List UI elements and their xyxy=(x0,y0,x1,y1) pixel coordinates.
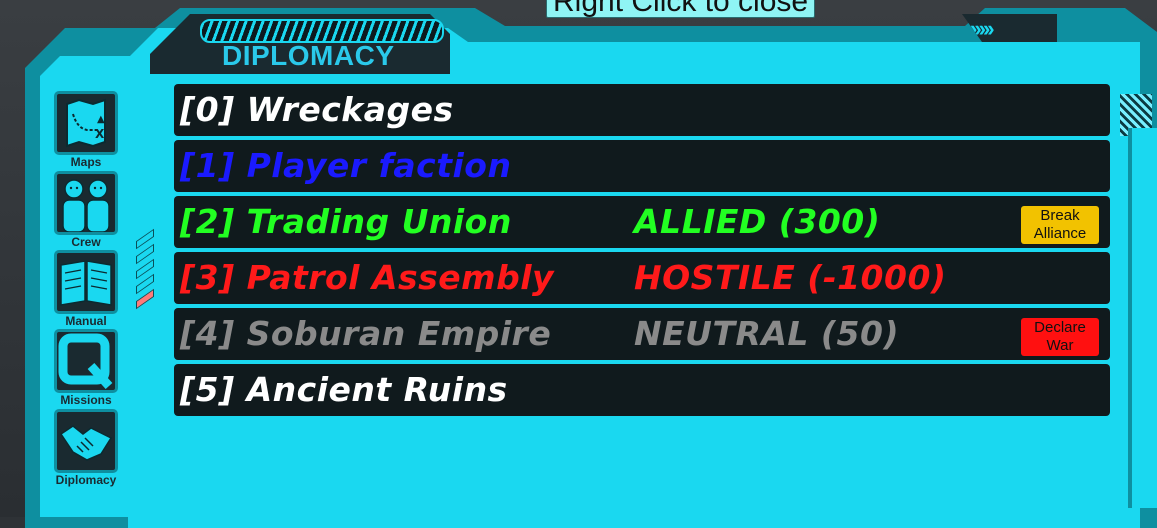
sidebar-item-label: Diplomacy xyxy=(55,473,117,487)
sidebar-item-label: Maps xyxy=(70,155,102,169)
svg-text:X: X xyxy=(95,127,105,141)
faction-name: [2] Trading Union xyxy=(180,202,512,241)
faction-name: [0] Wreckages xyxy=(180,90,454,129)
faction-name: [3] Patrol Assembly xyxy=(180,258,555,297)
sidebar-item-label: Manual xyxy=(65,314,107,328)
map-icon: X ▲ xyxy=(54,91,118,155)
right-frame-strip xyxy=(1128,128,1157,508)
sidebar-item-label: Missions xyxy=(60,393,112,407)
faction-row-trading-union[interactable]: [2] Trading Union ALLIED (300) Break All… xyxy=(174,196,1110,248)
faction-row-wreckages[interactable]: [0] Wreckages xyxy=(174,84,1110,136)
sidebar-item-manual[interactable]: Manual xyxy=(54,250,118,328)
faction-status: ALLIED (300) xyxy=(634,202,881,241)
sidebar-item-diplomacy[interactable]: Diplomacy xyxy=(54,409,118,487)
handshake-icon xyxy=(54,409,118,473)
window-title: DIPLOMACY xyxy=(222,40,395,71)
faction-name: [1] Player faction xyxy=(180,146,512,185)
close-hint-tooltip: Right Click to close xyxy=(546,0,816,18)
svg-text:▲: ▲ xyxy=(97,114,105,125)
sidebar-item-missions[interactable]: Missions xyxy=(54,329,118,407)
book-icon xyxy=(54,250,118,314)
crew-icon xyxy=(54,171,118,235)
faction-name: [5] Ancient Ruins xyxy=(180,370,508,409)
zigzag-decoration xyxy=(136,228,156,310)
faction-row-player[interactable]: [1] Player faction xyxy=(174,140,1110,192)
faction-name: [4] Soburan Empire xyxy=(180,314,552,353)
faction-row-patrol-assembly[interactable]: [3] Patrol Assembly HOSTILE (-1000) xyxy=(174,252,1110,304)
faction-row-soburan-empire[interactable]: [4] Soburan Empire NEUTRAL (50) Declare … xyxy=(174,308,1110,360)
faction-status: HOSTILE (-1000) xyxy=(634,258,947,297)
declare-war-button[interactable]: Declare War xyxy=(1021,318,1099,356)
sidebar-item-crew[interactable]: Crew xyxy=(54,171,118,249)
break-alliance-button[interactable]: Break Alliance xyxy=(1021,206,1099,244)
sidebar-item-maps[interactable]: X ▲ Maps xyxy=(54,91,118,169)
missions-q-icon xyxy=(54,329,118,393)
faction-status: NEUTRAL (50) xyxy=(634,314,900,353)
faction-row-ancient-ruins[interactable]: [5] Ancient Ruins xyxy=(174,364,1110,416)
sidebar-item-label: Crew xyxy=(71,235,101,249)
